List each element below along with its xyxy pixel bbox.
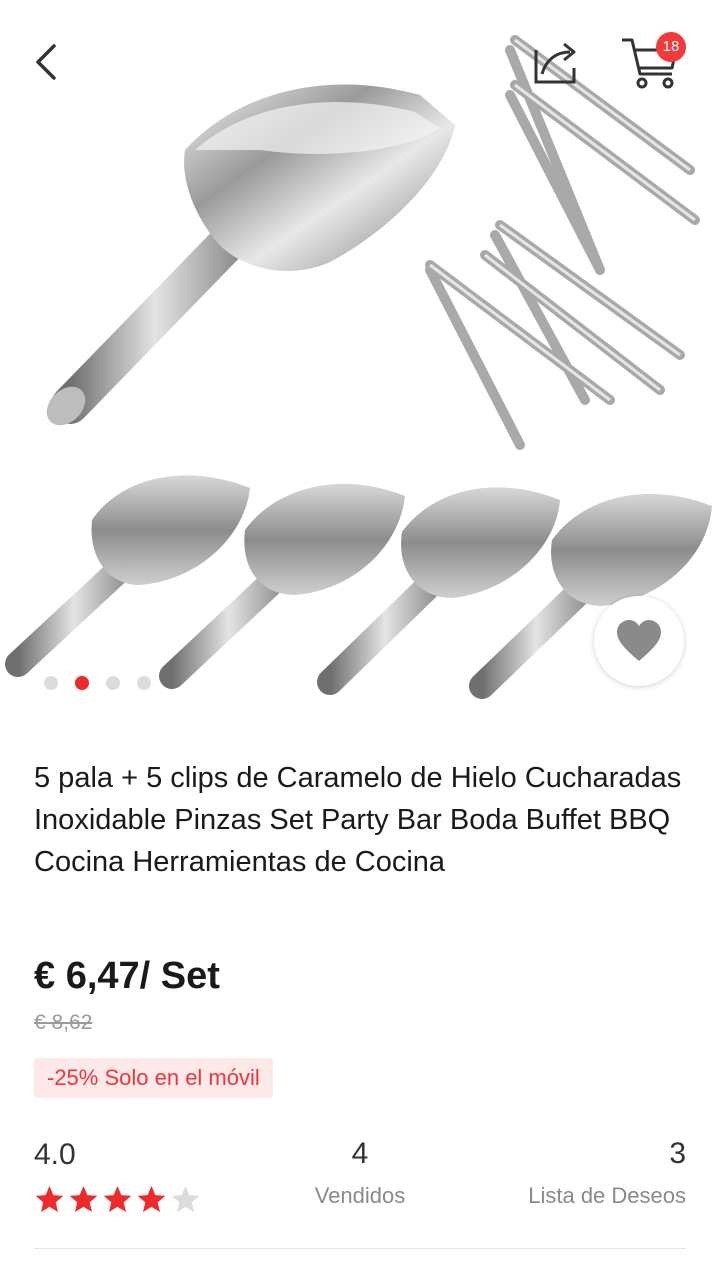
star-icon bbox=[103, 1185, 132, 1213]
gallery-dot[interactable] bbox=[106, 676, 120, 690]
chevron-left-icon bbox=[36, 44, 56, 80]
add-to-wishlist-button[interactable] bbox=[594, 596, 684, 686]
star-icon bbox=[69, 1185, 98, 1213]
gallery-dot[interactable] bbox=[44, 676, 58, 690]
gallery-dot-active[interactable] bbox=[75, 676, 89, 690]
section-divider bbox=[34, 1248, 686, 1249]
sold-label: Vendidos bbox=[314, 1183, 406, 1208]
gallery-pagination bbox=[44, 676, 151, 690]
wishlist-label: Lista de Deseos bbox=[528, 1183, 686, 1208]
sold-count: 4 bbox=[351, 1137, 369, 1170]
product-image-gallery[interactable]: 18 bbox=[0, 0, 720, 712]
back-button[interactable] bbox=[22, 36, 74, 88]
star-icon bbox=[171, 1185, 200, 1213]
discount-badge: -25% Solo en el móvil bbox=[34, 1058, 273, 1098]
gallery-dot[interactable] bbox=[137, 676, 151, 690]
star-icon bbox=[137, 1185, 166, 1213]
cart-count-badge: 18 bbox=[656, 32, 686, 62]
share-icon bbox=[534, 42, 576, 84]
product-price: € 6,47/ Set bbox=[34, 955, 220, 997]
wishlist-count: 3 bbox=[669, 1137, 686, 1170]
rating-value: 4.0 bbox=[34, 1138, 76, 1171]
wishlist-stat[interactable]: 3 Lista de Deseos bbox=[494, 1137, 686, 1209]
rating-stars[interactable] bbox=[34, 1184, 201, 1215]
product-title: 5 pala + 5 clips de Caramelo de Hielo Cu… bbox=[34, 762, 682, 878]
share-button[interactable] bbox=[528, 34, 584, 90]
star-icon bbox=[35, 1185, 64, 1213]
sold-stat: 4 Vendidos bbox=[290, 1137, 430, 1209]
heart-icon bbox=[617, 620, 661, 661]
original-price: € 8,62 bbox=[34, 1011, 93, 1034]
